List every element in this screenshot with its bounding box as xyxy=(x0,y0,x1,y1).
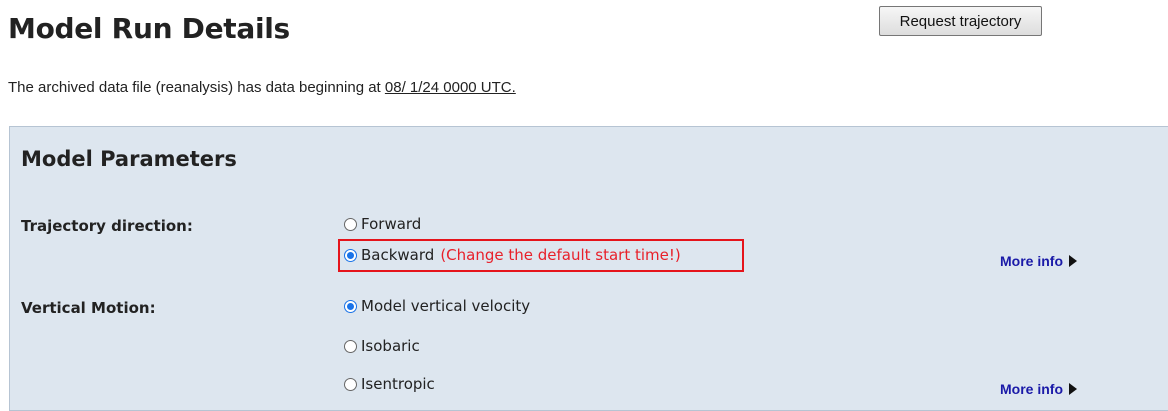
radio-button-icon[interactable] xyxy=(344,377,357,391)
radio-option-backward[interactable]: Backward (Change the default start time!… xyxy=(344,246,681,264)
radio-button-selected-icon[interactable] xyxy=(344,248,357,262)
request-trajectory-button[interactable]: Request trajectory xyxy=(879,6,1042,36)
model-parameters-panel: Model Parameters Trajectory direction: F… xyxy=(9,126,1168,411)
model-vertical-velocity-label: Model vertical velocity xyxy=(361,297,531,315)
radio-option-isobaric[interactable]: Isobaric xyxy=(344,337,420,355)
panel-title: Model Parameters xyxy=(21,147,237,171)
isentropic-label: Isentropic xyxy=(361,375,435,393)
radio-option-model-vertical-velocity[interactable]: Model vertical velocity xyxy=(344,297,530,315)
vertical-motion-label: Vertical Motion: xyxy=(21,299,156,317)
more-info-label[interactable]: More info xyxy=(1000,253,1063,269)
start-time-warning: (Change the default start time!) xyxy=(440,246,681,264)
isobaric-label: Isobaric xyxy=(361,337,420,355)
more-info-label[interactable]: More info xyxy=(1000,381,1063,397)
notice-date: 08/ 1/24 0000 UTC. xyxy=(384,79,516,96)
trajectory-direction-label: Trajectory direction: xyxy=(21,217,193,235)
radio-button-icon[interactable] xyxy=(344,339,357,353)
more-info-link-vertical[interactable]: More info xyxy=(1000,381,1077,397)
radio-option-isentropic[interactable]: Isentropic xyxy=(344,375,435,393)
triangle-right-icon xyxy=(1069,255,1077,267)
notice-text: The archived data file (reanalysis) has … xyxy=(8,79,385,96)
backward-label: Backward xyxy=(361,246,435,264)
radio-option-forward[interactable]: Forward xyxy=(344,215,421,233)
triangle-right-icon xyxy=(1069,383,1077,395)
radio-button-selected-icon[interactable] xyxy=(344,299,357,313)
more-info-link-direction[interactable]: More info xyxy=(1000,253,1077,269)
page-title: Model Run Details xyxy=(8,12,290,45)
forward-label: Forward xyxy=(361,215,422,233)
data-availability-notice: The archived data file (reanalysis) has … xyxy=(8,79,516,96)
radio-button-icon[interactable] xyxy=(344,217,357,231)
